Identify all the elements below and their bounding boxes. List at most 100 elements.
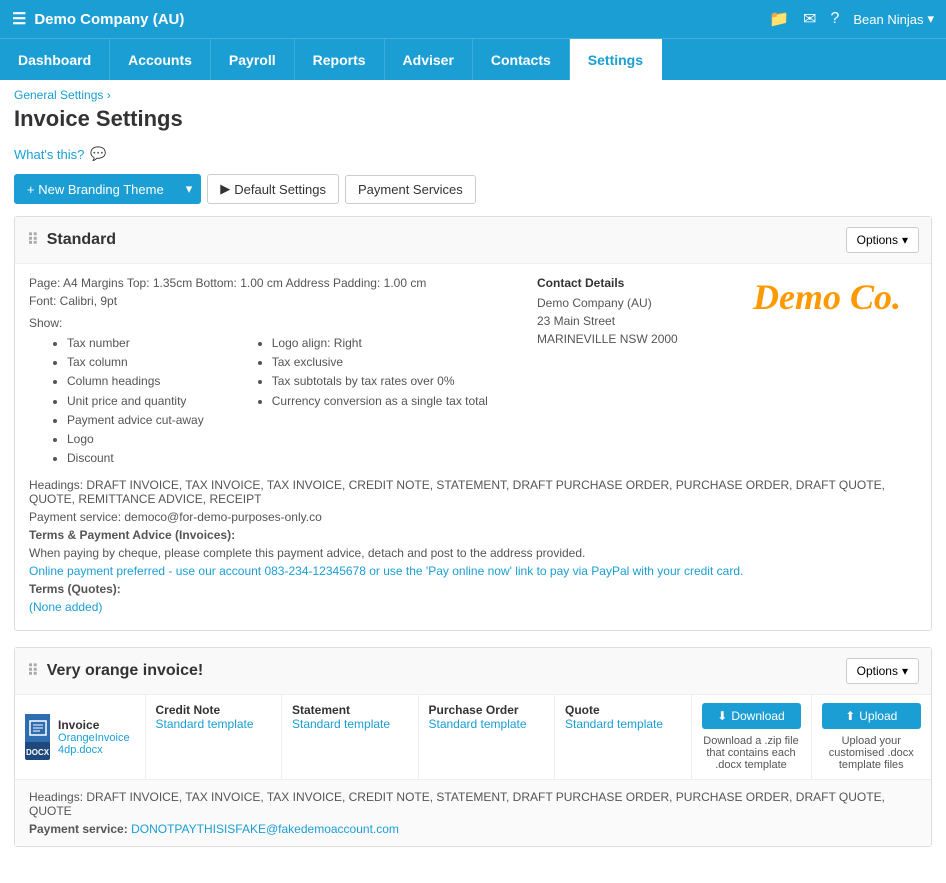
user-area: 📁 ✉ ? Bean Ninjas ▾ [769, 9, 934, 29]
purchase-order-cell: Purchase Order Standard template [418, 695, 555, 779]
statement-cell: Statement Standard template [282, 695, 419, 779]
upload-description: Upload your customised .docx template fi… [822, 735, 922, 771]
breadcrumb-parent[interactable]: General Settings [14, 88, 103, 102]
standard-card-header: ⠿ Standard Options ▾ [15, 217, 931, 264]
settings-icon: ▶ [220, 181, 230, 197]
show-item: Logo [67, 430, 204, 449]
whats-this-label: What's this? [14, 147, 84, 162]
docx-file-icon: DOCX [25, 714, 50, 760]
purchase-order-sub: Standard template [429, 717, 545, 731]
nav-reports[interactable]: Reports [295, 39, 385, 80]
download-button[interactable]: ⬇ Download [702, 703, 801, 729]
orange-card-title: ⠿ Very orange invoice! [27, 661, 846, 681]
show-item: Currency conversion as a single tax tota… [272, 392, 488, 411]
standard-detail-top: Page: A4 Margins Top: 1.35cm Bottom: 1.0… [29, 276, 917, 468]
breadcrumb: General Settings › [0, 80, 946, 104]
show-list: Tax number Tax column Column headings Un… [29, 334, 537, 468]
menu-icon[interactable]: ☰ [12, 9, 26, 29]
terms-quotes: Terms (Quotes): [29, 582, 917, 596]
nav-accounts[interactable]: Accounts [110, 39, 211, 80]
standard-card: ⠿ Standard Options ▾ Page: A4 Margins To… [14, 216, 932, 631]
orange-card-header: ⠿ Very orange invoice! Options ▾ [15, 648, 931, 695]
statement-sub: Standard template [292, 717, 408, 731]
nav-bar: Dashboard Accounts Payroll Reports Advis… [0, 38, 946, 80]
font-info: Font: Calibri, 9pt [29, 294, 537, 308]
contact-details: Contact Details Demo Company (AU) 23 Mai… [537, 276, 737, 348]
standard-options-button[interactable]: Options ▾ [846, 227, 919, 253]
upload-icon: ⬆ [845, 709, 855, 723]
whats-this-icon: 💬 [90, 146, 106, 162]
footer-payment-label: Payment service: [29, 822, 128, 836]
credit-note-label: Credit Note [156, 703, 272, 717]
options-chevron-icon: ▾ [902, 664, 908, 678]
show-col-2: Logo align: Right Tax exclusive Tax subt… [234, 334, 488, 468]
upload-button[interactable]: ⬆ Upload [822, 703, 922, 729]
footer-headings: Headings: DRAFT INVOICE, TAX INVOICE, TA… [29, 790, 917, 818]
drag-handle-icon[interactable]: ⠿ [27, 661, 39, 681]
nav-adviser[interactable]: Adviser [385, 39, 473, 80]
payment-services-button[interactable]: Payment Services [345, 175, 476, 204]
standard-card-title: ⠿ Standard [27, 230, 846, 250]
credit-note-cell: Credit Note Standard template [145, 695, 282, 779]
invoice-cell: DOCX Invoice OrangeInvoice4dp.docx [15, 695, 145, 779]
nav-contacts[interactable]: Contacts [473, 39, 570, 80]
download-icon: ⬇ [717, 709, 727, 723]
invoice-file: OrangeInvoice4dp.docx [58, 732, 134, 756]
purchase-order-label: Purchase Order [429, 703, 545, 717]
orange-options-button[interactable]: Options ▾ [846, 658, 919, 684]
show-item: Logo align: Right [272, 334, 488, 353]
standard-card-body: Page: A4 Margins Top: 1.35cm Bottom: 1.0… [15, 264, 931, 630]
show-label: Show: [29, 316, 537, 330]
terms-label: Terms & Payment Advice (Invoices): [29, 528, 917, 542]
show-item: Payment advice cut-away [67, 411, 204, 430]
invoice-label: Invoice [58, 718, 134, 732]
nav-payroll[interactable]: Payroll [211, 39, 295, 80]
show-item: Discount [67, 449, 204, 468]
logo-area: Demo Co. [737, 276, 917, 318]
orange-card: ⠿ Very orange invoice! Options ▾ [14, 647, 932, 847]
show-item: Tax number [67, 334, 204, 353]
new-branding-button[interactable]: + New Branding Theme [14, 174, 177, 204]
quote-sub: Standard template [565, 717, 681, 731]
footer-payment-email: DONOTPAYTHISISFAKE@fakedemoaccount.com [131, 822, 399, 836]
standard-detail-left: Page: A4 Margins Top: 1.35cm Bottom: 1.0… [29, 276, 537, 468]
page-title: Invoice Settings [0, 104, 946, 140]
credit-note-sub: Standard template [156, 717, 272, 731]
nav-dashboard[interactable]: Dashboard [0, 39, 110, 80]
default-settings-button[interactable]: ▶ Default Settings [207, 174, 339, 204]
drag-handle-icon[interactable]: ⠿ [27, 230, 39, 250]
show-item: Tax exclusive [272, 353, 488, 372]
quote-cell: Quote Standard template [555, 695, 692, 779]
show-section: Show: Tax number Tax column Column headi… [29, 316, 537, 468]
show-item: Column headings [67, 372, 204, 391]
online-payment: Online payment preferred - use our accou… [29, 564, 917, 578]
payment-service-row: Payment service: democo@for-demo-purpose… [29, 510, 917, 524]
nav-settings[interactable]: Settings [570, 39, 662, 80]
show-item: Unit price and quantity [67, 392, 204, 411]
whats-this[interactable]: What's this? 💬 [0, 140, 946, 168]
demo-co-logo: Demo Co. [753, 276, 901, 318]
terms-text: When paying by cheque, please complete t… [29, 546, 917, 560]
contact-details-title: Contact Details [537, 276, 737, 290]
new-branding-arrow-icon: ▾ [186, 181, 193, 197]
top-bar: ☰ Demo Company (AU) 📁 ✉ ? Bean Ninjas ▾ [0, 0, 946, 38]
template-row: DOCX Invoice OrangeInvoice4dp.docx Credi… [15, 695, 931, 779]
download-cell: ⬇ Download Download a .zip file that con… [691, 695, 811, 779]
template-table: DOCX Invoice OrangeInvoice4dp.docx Credi… [15, 695, 931, 779]
orange-card-body: DOCX Invoice OrangeInvoice4dp.docx Credi… [15, 695, 931, 779]
help-icon[interactable]: ? [830, 10, 839, 28]
quote-label: Quote [565, 703, 681, 717]
breadcrumb-separator: › [107, 88, 111, 102]
footer-payment: Payment service: DONOTPAYTHISISFAKE@fake… [29, 822, 917, 836]
user-name[interactable]: Bean Ninjas ▾ [853, 11, 934, 27]
show-item: Tax column [67, 353, 204, 372]
mail-icon[interactable]: ✉ [803, 9, 816, 29]
download-description: Download a .zip file that contains each … [702, 735, 801, 771]
terms-quotes-value: (None added) [29, 600, 917, 614]
statement-label: Statement [292, 703, 408, 717]
action-buttons: + New Branding Theme ▾ ▶ Default Setting… [0, 168, 946, 216]
new-branding-dropdown-button[interactable]: ▾ [177, 174, 202, 204]
folder-icon[interactable]: 📁 [769, 9, 789, 29]
upload-cell: ⬆ Upload Upload your customised .docx te… [811, 695, 931, 779]
headings-row: Headings: DRAFT INVOICE, TAX INVOICE, TA… [29, 478, 917, 506]
